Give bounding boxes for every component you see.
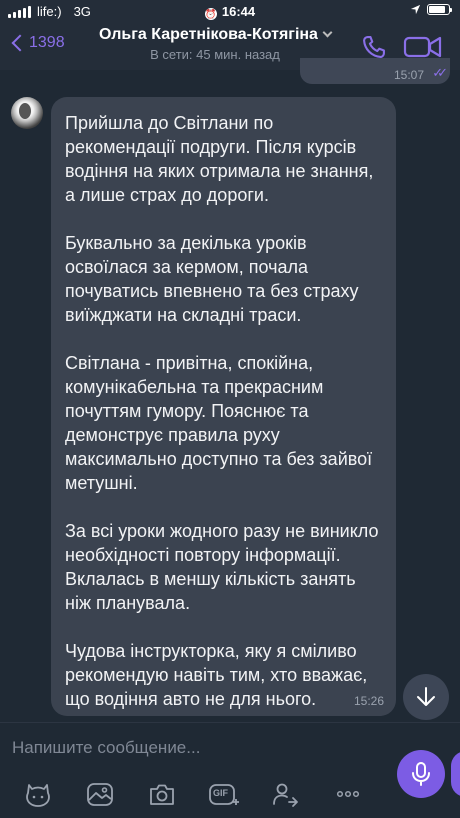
extra-action-button[interactable]	[451, 751, 460, 797]
more-button[interactable]	[332, 778, 364, 810]
gif-label: GIF	[213, 788, 228, 798]
arrow-down-icon	[417, 687, 435, 706]
share-contact-button[interactable]	[270, 778, 302, 810]
scroll-to-bottom-button[interactable]	[403, 674, 449, 720]
gallery-icon	[87, 783, 113, 806]
message-paragraph: Буквально за декілька уроків освоїлася з…	[65, 233, 359, 325]
message-time: 15:26	[353, 694, 384, 708]
video-camera-icon	[403, 36, 442, 58]
contact-info[interactable]: Ольга Каретнікова-Котягіна В сети: 45 ми…	[80, 26, 350, 62]
status-bar: life:) 3G ⏰ 16:44	[0, 0, 460, 22]
alarm-icon: ⏰	[204, 8, 217, 20]
camera-button[interactable]	[146, 778, 178, 810]
unread-count: 1398	[29, 34, 65, 51]
video-call-button[interactable]	[403, 33, 443, 61]
gallery-button[interactable]	[84, 778, 116, 810]
microphone-icon	[412, 762, 430, 786]
contact-name: Ольга Каретнікова-Котягіна	[99, 26, 318, 43]
double-check-icon: ✓✓	[432, 65, 448, 80]
previous-message-time: 15:07	[393, 68, 424, 82]
chevron-down-icon	[322, 27, 333, 38]
chevron-left-icon	[11, 34, 29, 52]
call-button[interactable]	[360, 33, 388, 61]
gif-button[interactable]: GIF	[208, 778, 240, 810]
back-button[interactable]: 1398	[10, 34, 65, 52]
phone-icon	[363, 36, 385, 58]
message-input[interactable]	[12, 735, 382, 761]
voice-message-button[interactable]	[397, 750, 445, 798]
message-paragraph: За всі уроки жодного разу не виникло нео…	[65, 521, 379, 613]
more-icon	[336, 790, 360, 798]
clock-time: 16:44	[221, 4, 256, 19]
share-contact-icon	[273, 783, 298, 807]
message-paragraph: Чудова інструкторка, яку я сміливо реком…	[65, 641, 368, 709]
battery-icon	[427, 4, 452, 15]
contact-avatar[interactable]	[11, 97, 43, 129]
sticker-icon	[26, 784, 50, 807]
sticker-button[interactable]	[22, 778, 54, 810]
message-composer: GIF	[0, 722, 460, 818]
message-paragraph: Прийшла до Світлани по рекомендації подр…	[65, 113, 374, 205]
camera-icon	[150, 784, 174, 805]
location-arrow-icon	[410, 4, 421, 15]
message-bubble[interactable]: Прийшла до Світлани по рекомендації подр…	[51, 97, 396, 716]
previous-message-bubble[interactable]	[300, 58, 450, 84]
message-paragraph: Світлана - привітна, спокійна, комунікаб…	[65, 353, 373, 493]
